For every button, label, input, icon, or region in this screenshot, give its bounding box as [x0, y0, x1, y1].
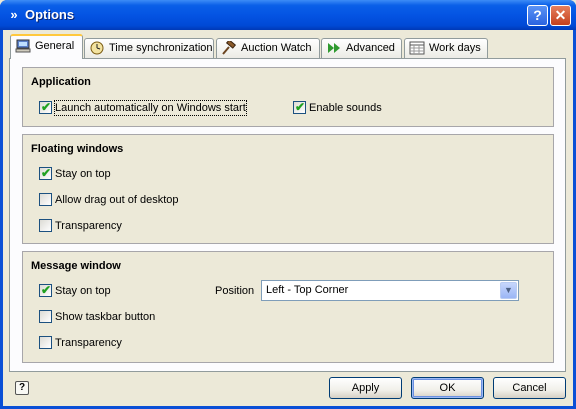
floating-windows-group-title: Floating windows — [31, 143, 124, 155]
checkbox-box[interactable]: ✔ — [39, 283, 52, 297]
message-transparency-label[interactable]: Transparency — [55, 336, 122, 350]
checkmark-icon: ✔ — [41, 100, 52, 114]
position-label: Position — [215, 285, 255, 297]
checkmark-icon: ✔ — [295, 100, 306, 114]
tab-label: Time synchronization — [109, 42, 213, 54]
cancel-button[interactable]: Cancel — [493, 377, 566, 399]
chevron-down-icon[interactable]: ▼ — [500, 282, 517, 299]
checkbox-box[interactable] — [39, 219, 52, 232]
checkbox-box[interactable] — [39, 193, 52, 206]
chevron-down-double-icon[interactable]: » — [6, 7, 22, 23]
tab-work-days[interactable]: Work days — [404, 38, 488, 58]
tab-general[interactable]: General — [10, 34, 83, 59]
position-select[interactable]: Left - Top Corner ▼ — [261, 280, 519, 301]
tab-label: Advanced — [346, 42, 395, 54]
general-tab-page: Application ✔ Launch automatically on Wi… — [9, 58, 566, 372]
position-select-value: Left - Top Corner — [266, 284, 349, 296]
ok-button[interactable]: OK — [411, 377, 484, 399]
message-window-group: Message window ✔ Stay on top Position Le… — [22, 251, 554, 363]
tab-label: General — [35, 40, 75, 52]
floating-windows-group: Floating windows ✔ Stay on top Allow dra… — [22, 134, 554, 244]
checkmark-icon: ✔ — [41, 283, 52, 297]
close-button[interactable]: ✕ — [550, 5, 571, 26]
message-stay-on-top-label[interactable]: Stay on top — [55, 284, 111, 298]
apply-button[interactable]: Apply — [329, 377, 402, 399]
tab-label: Work days — [429, 42, 481, 54]
allow-drag-out-label[interactable]: Allow drag out of desktop — [55, 193, 179, 207]
window-title: Options — [25, 7, 75, 22]
computer-icon — [15, 39, 31, 53]
enable-sounds-label[interactable]: Enable sounds — [309, 101, 382, 115]
launch-automatically-label[interactable]: Launch automatically on Windows start — [54, 100, 247, 116]
calendar-grid-icon — [409, 41, 425, 55]
double-arrow-icon — [328, 43, 340, 53]
tab-time-synchronization[interactable]: Time synchronization — [84, 38, 214, 58]
checkbox-box[interactable]: ✔ — [39, 166, 52, 180]
tab-advanced[interactable]: Advanced — [321, 38, 402, 58]
floating-transparency-label[interactable]: Transparency — [55, 219, 122, 233]
checkbox-box[interactable]: ✔ — [293, 100, 306, 114]
application-group: Application ✔ Launch automatically on Wi… — [22, 67, 554, 127]
clock-icon — [90, 41, 104, 55]
title-bar[interactable]: » Options ? ✕ — [0, 0, 576, 30]
show-taskbar-button-label[interactable]: Show taskbar button — [55, 310, 155, 324]
checkbox-box[interactable] — [39, 310, 52, 323]
floating-stay-on-top-label[interactable]: Stay on top — [55, 167, 111, 181]
message-window-group-title: Message window — [31, 260, 121, 272]
context-help-icon[interactable]: ? — [15, 381, 29, 395]
options-window: » Options ? ✕ General Time synchronizati… — [0, 0, 576, 409]
checkbox-box[interactable] — [39, 336, 52, 349]
dialog-client: General Time synchronization Auction Wat… — [3, 30, 573, 406]
tab-auction-watch[interactable]: Auction Watch — [216, 38, 320, 58]
checkbox-box[interactable]: ✔ — [39, 100, 52, 114]
tab-label: Auction Watch — [241, 42, 312, 54]
checkmark-icon: ✔ — [41, 166, 52, 180]
help-button[interactable]: ? — [527, 5, 548, 26]
gavel-icon — [222, 41, 237, 55]
application-group-title: Application — [31, 76, 91, 88]
